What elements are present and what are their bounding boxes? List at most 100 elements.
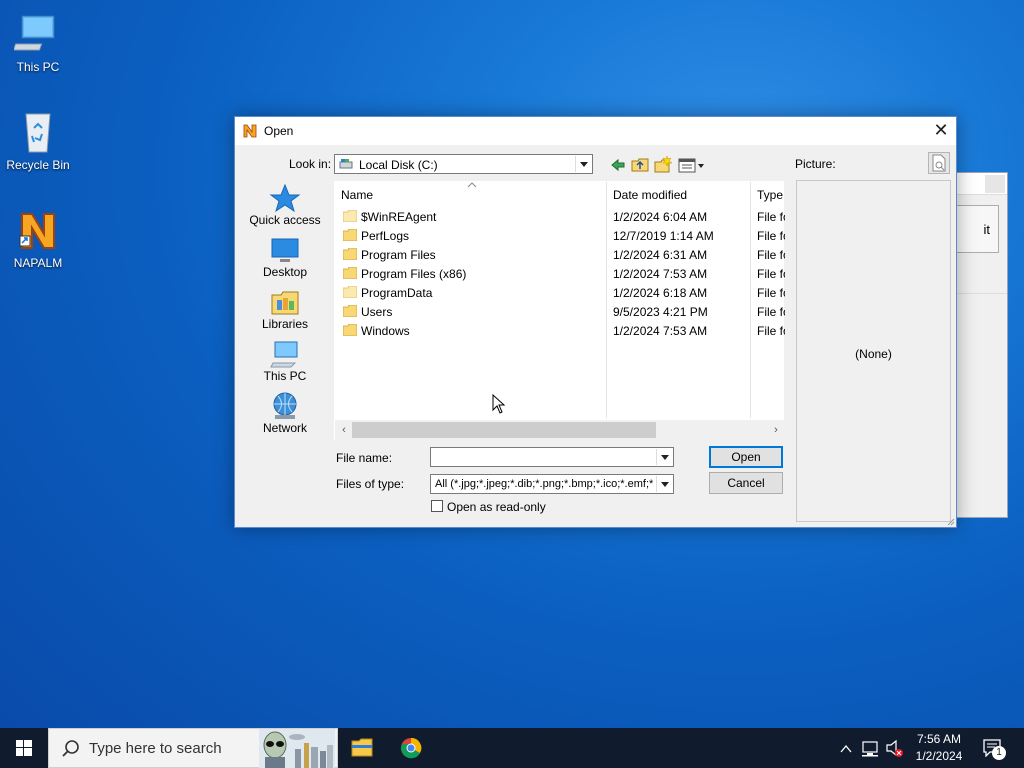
file-name: Users: [361, 305, 393, 319]
resize-grip-icon[interactable]: [945, 516, 955, 526]
new-folder-icon[interactable]: [653, 155, 673, 175]
search-box[interactable]: Type here to search: [48, 728, 338, 768]
place-quick-access[interactable]: Quick access: [249, 183, 321, 235]
look-in-dropdown[interactable]: Local Disk (C:): [334, 154, 593, 174]
file-date: 1/2/2024 6:04 AM: [613, 210, 708, 224]
taskbar-chrome[interactable]: [387, 728, 435, 768]
file-date: 1/2/2024 7:53 AM: [613, 267, 708, 281]
file-type: File fo: [757, 305, 785, 319]
read-only-checkbox[interactable]: [431, 500, 443, 512]
place-desktop[interactable]: Desktop: [249, 235, 321, 287]
folder-icon: [343, 305, 357, 317]
file-type: File fo: [757, 210, 785, 224]
file-name-label: File name:: [336, 451, 393, 465]
close-button[interactable]: ✕: [926, 117, 956, 145]
file-name: $WinREAgent: [361, 210, 437, 224]
file-name: Program Files: [361, 248, 436, 262]
mouse-cursor-icon: [492, 394, 506, 414]
volume-muted-icon[interactable]: [884, 728, 906, 768]
show-hidden-icons-icon[interactable]: [838, 728, 854, 768]
column-header-type[interactable]: Type: [751, 182, 785, 204]
scrollbar-thumb[interactable]: [352, 422, 656, 438]
network-icon: [273, 392, 297, 419]
background-window-close-button[interactable]: [985, 175, 1005, 193]
desktop-icon-napalm[interactable]: NAPALM: [0, 206, 76, 270]
file-name-field[interactable]: [430, 447, 674, 467]
file-date: 9/5/2023 4:21 PM: [613, 305, 708, 319]
files-of-type-label: Files of type:: [336, 477, 405, 491]
network-status-icon[interactable]: [860, 728, 882, 768]
close-icon: ✕: [933, 120, 949, 140]
files-of-type-dropdown[interactable]: All (*.jpg;*.jpeg;*.dib;*.png;*.bmp;*.ic…: [430, 474, 674, 494]
picture-label: Picture:: [795, 157, 836, 171]
folder-icon: [343, 229, 357, 241]
file-date: 1/2/2024 6:18 AM: [613, 286, 708, 300]
file-list: Name Date modified Type $WinREAgent 1/2/…: [334, 181, 785, 440]
file-date: 1/2/2024 7:53 AM: [613, 324, 708, 338]
up-folder-icon[interactable]: [630, 155, 650, 175]
column-header-date-modified[interactable]: Date modified: [607, 182, 751, 204]
place-network[interactable]: Network: [249, 391, 321, 443]
file-type: File fo: [757, 267, 785, 281]
open-dialog: Open ✕ Look in: Local Disk (C:) Picture:: [234, 116, 957, 528]
file-row[interactable]: ProgramData 1/2/2024 6:18 AM File fo: [335, 283, 785, 302]
desktop-icon-label: NAPALM: [13, 256, 63, 270]
chevron-down-icon[interactable]: [575, 156, 591, 172]
file-row[interactable]: Users 9/5/2023 4:21 PM File fo: [335, 302, 785, 321]
place-label: Network: [262, 421, 307, 435]
files-of-type-value: All (*.jpg;*.jpeg;*.dib;*.png;*.bmp;*.ic…: [435, 478, 653, 490]
clock-time: 7:56 AM: [916, 732, 962, 746]
computer-icon: [14, 15, 55, 51]
action-center-button[interactable]: 1: [980, 728, 1010, 768]
chevron-down-icon[interactable]: [656, 476, 672, 492]
file-row[interactable]: Windows 1/2/2024 7:53 AM File fo: [335, 321, 785, 340]
file-row[interactable]: Program Files 1/2/2024 6:31 AM File fo: [335, 245, 785, 264]
places-bar: Quick access Desktop Libraries This PC N…: [249, 183, 321, 443]
folder-icon: [343, 286, 357, 298]
look-in-label: Look in:: [289, 157, 332, 171]
read-only-label[interactable]: Open as read-only: [447, 500, 546, 514]
chrome-icon: [401, 737, 422, 759]
desktop-icon: [271, 238, 299, 262]
folder-icon: [343, 248, 357, 260]
dialog-titlebar[interactable]: Open ✕: [235, 117, 956, 145]
cancel-button[interactable]: Cancel: [709, 472, 783, 494]
scroll-left-icon[interactable]: ‹: [336, 422, 352, 438]
napalm-app-icon: [243, 124, 257, 138]
place-label: Quick access: [249, 213, 321, 227]
file-date: 12/7/2019 1:14 AM: [613, 229, 714, 243]
view-menu-icon[interactable]: [678, 155, 706, 175]
folder-icon: [343, 267, 357, 279]
recycle-bin-icon: [25, 113, 51, 153]
file-name: Program Files (x86): [361, 267, 467, 281]
horizontal-scrollbar[interactable]: ‹ ›: [335, 420, 785, 440]
taskbar-clock[interactable]: 7:56 AM 1/2/2024: [906, 731, 972, 765]
place-this-pc[interactable]: This PC: [249, 339, 321, 391]
chevron-down-icon[interactable]: [656, 449, 672, 465]
start-button[interactable]: [0, 728, 48, 768]
preview-text: (None): [855, 347, 892, 361]
search-highlight-alien-icon: [259, 729, 335, 768]
desktop-icon-recycle-bin[interactable]: Recycle Bin: [0, 108, 76, 172]
desktop-icon-label: Recycle Bin: [6, 158, 70, 172]
file-row[interactable]: Program Files (x86) 1/2/2024 7:53 AM Fil…: [335, 264, 785, 283]
scroll-right-icon[interactable]: ›: [768, 422, 784, 438]
napalm-app-icon: [19, 213, 55, 249]
folder-icon: [343, 210, 357, 222]
taskbar-file-explorer[interactable]: [338, 728, 386, 768]
file-type: File fo: [757, 286, 785, 300]
place-label: Libraries: [261, 317, 309, 331]
file-row[interactable]: PerfLogs 12/7/2019 1:14 AM File fo: [335, 226, 785, 245]
place-libraries[interactable]: Libraries: [249, 287, 321, 339]
search-icon: [62, 740, 79, 757]
preview-toggle-icon[interactable]: [928, 152, 950, 174]
star-icon: [269, 183, 301, 213]
back-icon[interactable]: [608, 155, 628, 175]
clock-date: 1/2/2024: [915, 749, 963, 763]
desktop-icon-this-pc[interactable]: This PC: [0, 10, 76, 74]
file-explorer-icon: [351, 738, 373, 757]
file-name: ProgramData: [361, 286, 433, 300]
open-button[interactable]: Open: [709, 446, 783, 468]
file-row[interactable]: $WinREAgent 1/2/2024 6:04 AM File fo: [335, 207, 785, 226]
notification-count-badge: 1: [992, 746, 1006, 760]
